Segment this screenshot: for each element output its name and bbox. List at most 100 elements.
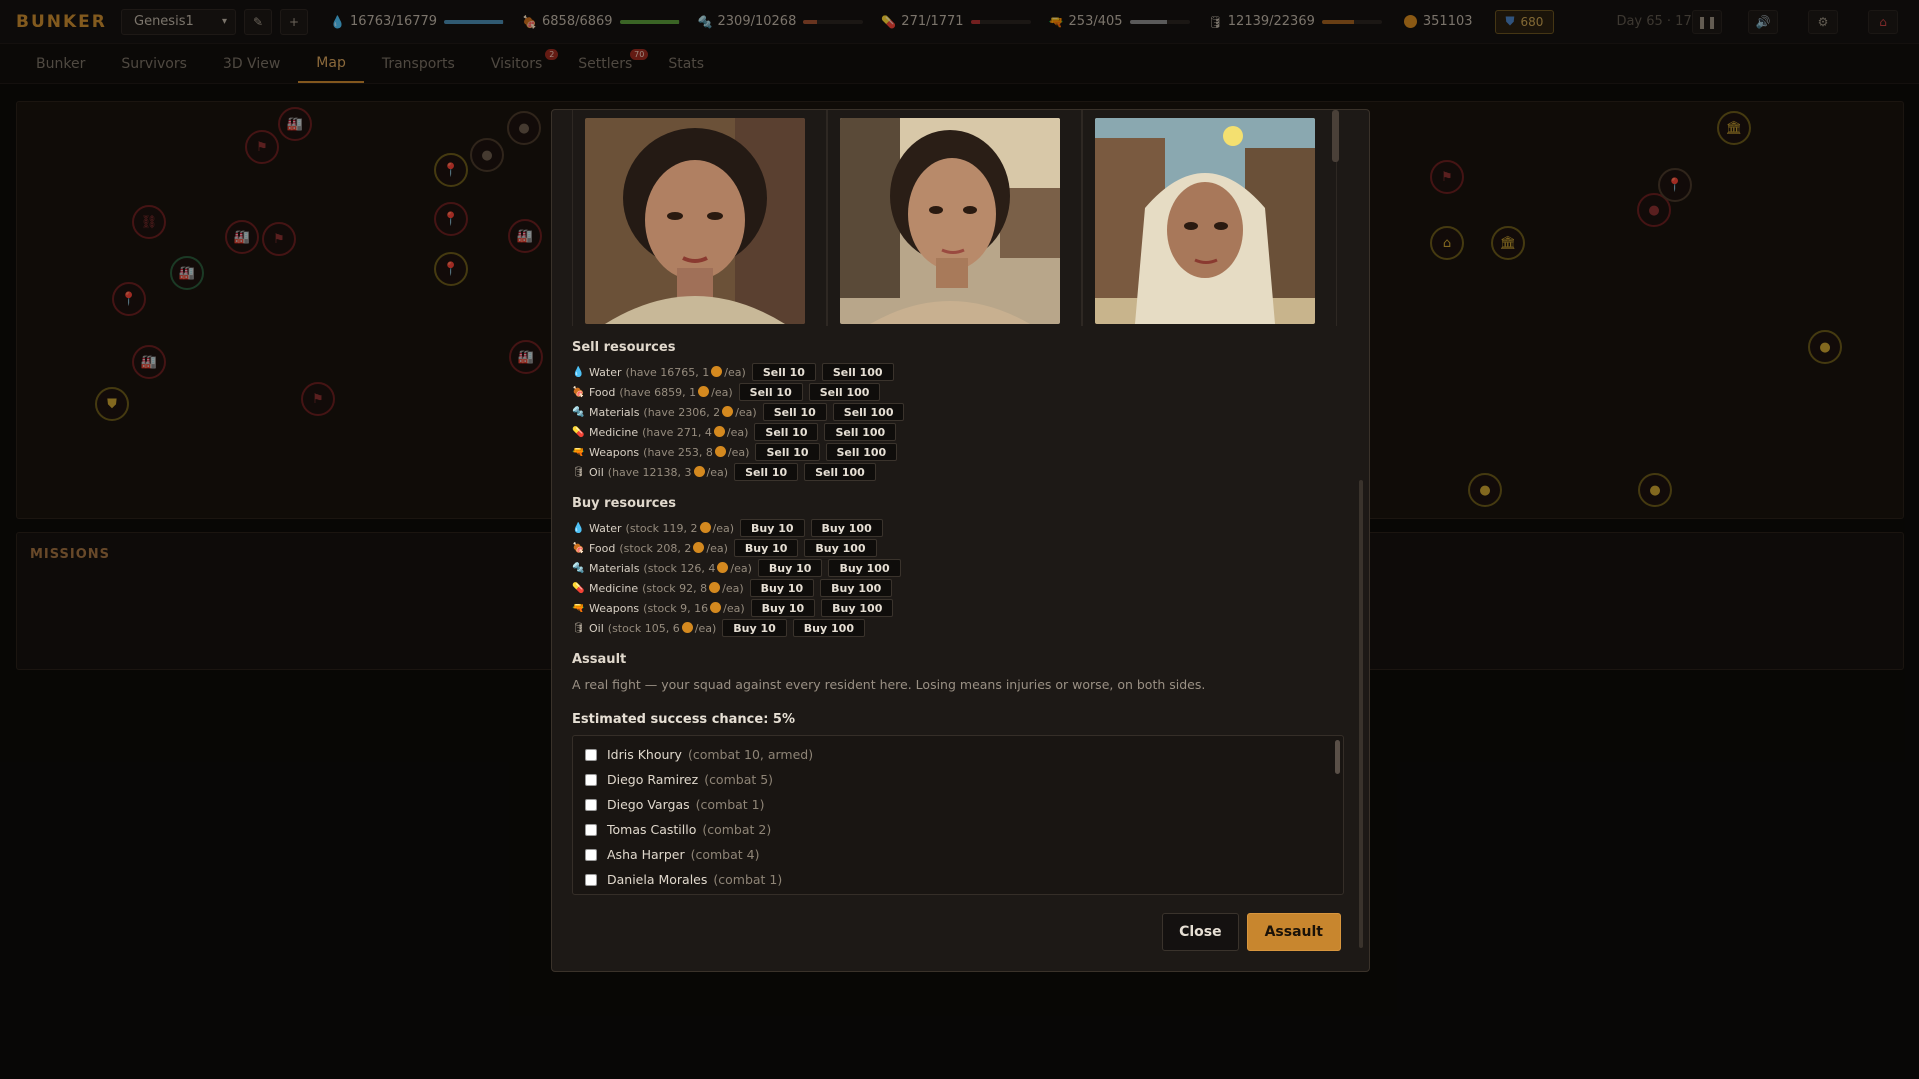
portrait-card[interactable] (1082, 110, 1337, 326)
resource-name: Water (589, 365, 622, 379)
member-checkbox[interactable] (585, 823, 597, 836)
buy-10-button[interactable]: Buy 10 (722, 619, 787, 637)
member-checkbox[interactable] (585, 798, 597, 811)
resident-portrait (1095, 118, 1315, 324)
sell-100-button[interactable]: Sell 100 (832, 403, 905, 421)
resource-icon: 🛢 (572, 622, 585, 634)
sell-100-button[interactable]: Sell 100 (821, 363, 894, 381)
squad-scrollbar[interactable] (1335, 740, 1340, 774)
success-estimate: Estimated success chance: 5% (572, 712, 795, 727)
coin-icon (711, 365, 723, 377)
sell-10-button[interactable]: Sell 10 (754, 423, 819, 441)
resource-info-unit: /ea) (706, 465, 729, 479)
resource-name: Oil (589, 621, 604, 635)
resource-name: Food (589, 385, 616, 399)
sell-row: 💊 Medicine (have 271, 4/ea) Sell 10 Sell 100 (572, 422, 1352, 442)
member-stat: (combat 1) (713, 872, 783, 887)
member-checkbox[interactable] (585, 773, 597, 786)
resident-portrait (840, 118, 1060, 324)
sell-row: 🔫 Weapons (have 253, 8/ea) Sell 10 Sell 100 (572, 442, 1352, 462)
buy-10-button[interactable]: Buy 10 (749, 579, 815, 597)
sell-100-button[interactable]: Sell 100 (824, 423, 897, 441)
resource-info-unit: /ea) (723, 601, 745, 615)
squad-list[interactable]: Idris Khoury (combat 10, armed) Diego Rami… (572, 735, 1344, 895)
sell-10-button[interactable]: Sell 10 (755, 443, 820, 461)
resource-name: Food (589, 541, 616, 555)
resource-info-unit: /ea) (712, 521, 735, 535)
sell-row: 🍖 Food (have 6859, 1/ea) Sell 10 Sell 100 (572, 382, 1352, 402)
resource-info-text: (stock 126, 4 (643, 561, 716, 575)
sell-10-button[interactable]: Sell 10 (734, 463, 799, 481)
member-stat: (combat 10, armed) (687, 747, 814, 762)
squad-member[interactable]: Daniela Morales (combat 1) (573, 867, 1343, 892)
resource-name: Medicine (589, 425, 639, 439)
buy-10-button[interactable]: Buy 10 (757, 559, 823, 577)
member-stat: (combat 5) (704, 772, 774, 787)
dialog-scrollbar[interactable] (1359, 480, 1363, 948)
resource-icon: 🔫 (572, 446, 585, 458)
sell-100-button[interactable]: Sell 100 (825, 443, 898, 461)
buy-10-button[interactable]: Buy 10 (740, 519, 805, 537)
portrait-card[interactable] (827, 110, 1082, 326)
squad-member[interactable]: Tomas Castillo (combat 2) (573, 817, 1343, 842)
resident-portrait (585, 118, 805, 324)
member-checkbox[interactable] (585, 848, 597, 861)
resource-icon: 🔩 (572, 562, 585, 574)
buy-row: 💊 Medicine (stock 92, 8/ea) Buy 10 Buy 100 (572, 578, 1352, 598)
sell-100-button[interactable]: Sell 100 (804, 463, 876, 481)
resource-info: (have 6859, 1/ea) (619, 385, 733, 399)
resource-info-unit: /ea) (727, 445, 750, 459)
buy-100-button[interactable]: Buy 100 (820, 579, 893, 597)
sell-10-button[interactable]: Sell 10 (751, 363, 816, 381)
sell-10-button[interactable]: Sell 10 (762, 403, 827, 421)
close-button[interactable]: Close (1162, 913, 1239, 951)
sell-row: 🛢 Oil (have 12138, 3/ea) Sell 10 Sell 100 (572, 462, 1352, 482)
buy-100-button[interactable]: Buy 100 (821, 599, 894, 617)
member-name: Idris Khoury (607, 747, 682, 762)
buy-row: 💧 Water (stock 119, 2/ea) Buy 10 Buy 100 (572, 518, 1352, 538)
buy-10-button[interactable]: Buy 10 (750, 599, 816, 617)
buy-title: Buy resources (572, 496, 676, 511)
buy-100-button[interactable]: Buy 100 (810, 519, 883, 537)
squad-member[interactable]: Diego Ramirez (combat 5) (573, 767, 1343, 792)
coin-icon (714, 445, 726, 457)
resource-name: Oil (589, 465, 604, 479)
coin-icon (713, 425, 725, 437)
buy-10-button[interactable]: Buy 10 (733, 539, 799, 557)
coin-icon (710, 601, 722, 613)
member-stat: (combat 4) (690, 847, 760, 862)
member-checkbox[interactable] (585, 873, 597, 886)
portrait-card[interactable] (572, 110, 827, 326)
sell-row: 💧 Water (have 16765, 1/ea) Sell 10 Sell 100 (572, 362, 1352, 382)
sell-100-button[interactable]: Sell 100 (808, 383, 881, 401)
portraits-scrollbar[interactable] (1332, 110, 1339, 162)
dialog-content: Sell resources 💧 Water (have 16765, 1/ea) S… (572, 340, 1352, 895)
assault-button[interactable]: Assault (1246, 913, 1341, 951)
member-name: Asha Harper (607, 847, 685, 862)
resource-info: (stock 105, 6/ea) (607, 621, 716, 635)
settlement-dialog: Sell resources 💧 Water (have 16765, 1/ea) S… (551, 109, 1370, 972)
coin-icon (681, 621, 693, 633)
resource-info-text: (stock 105, 6 (607, 621, 680, 635)
resource-info-text: (have 16765, 1 (625, 365, 710, 379)
member-name: Diego Ramirez (607, 772, 699, 787)
sell-10-button[interactable]: Sell 10 (738, 383, 803, 401)
squad-member[interactable]: Diego Vargas (combat 1) (573, 792, 1343, 817)
buy-100-button[interactable]: Buy 100 (804, 539, 877, 557)
resource-info: (have 253, 8/ea) (643, 445, 750, 459)
member-checkbox[interactable] (585, 748, 597, 761)
resource-info-text: (have 2306, 2 (643, 405, 721, 419)
buy-row: 🍖 Food (stock 208, 2/ea) Buy 10 Buy 100 (572, 538, 1352, 558)
squad-member[interactable]: Asha Harper (combat 4) (573, 842, 1343, 867)
buy-100-button[interactable]: Buy 100 (828, 559, 901, 577)
buy-100-button[interactable]: Buy 100 (792, 619, 865, 637)
resource-info-text: (have 6859, 1 (619, 385, 697, 399)
resource-info-text: (stock 208, 2 (619, 541, 692, 555)
resource-info-text: (stock 9, 16 (643, 601, 709, 615)
resource-name: Weapons (589, 601, 640, 615)
resource-info-unit: /ea) (735, 405, 757, 419)
assault-description: A real fight — your squad against every … (572, 677, 1206, 692)
squad-member[interactable]: Idris Khoury (combat 10, armed) (573, 742, 1343, 767)
coin-icon (722, 405, 734, 417)
resource-info: (stock 9, 16/ea) (643, 601, 745, 615)
